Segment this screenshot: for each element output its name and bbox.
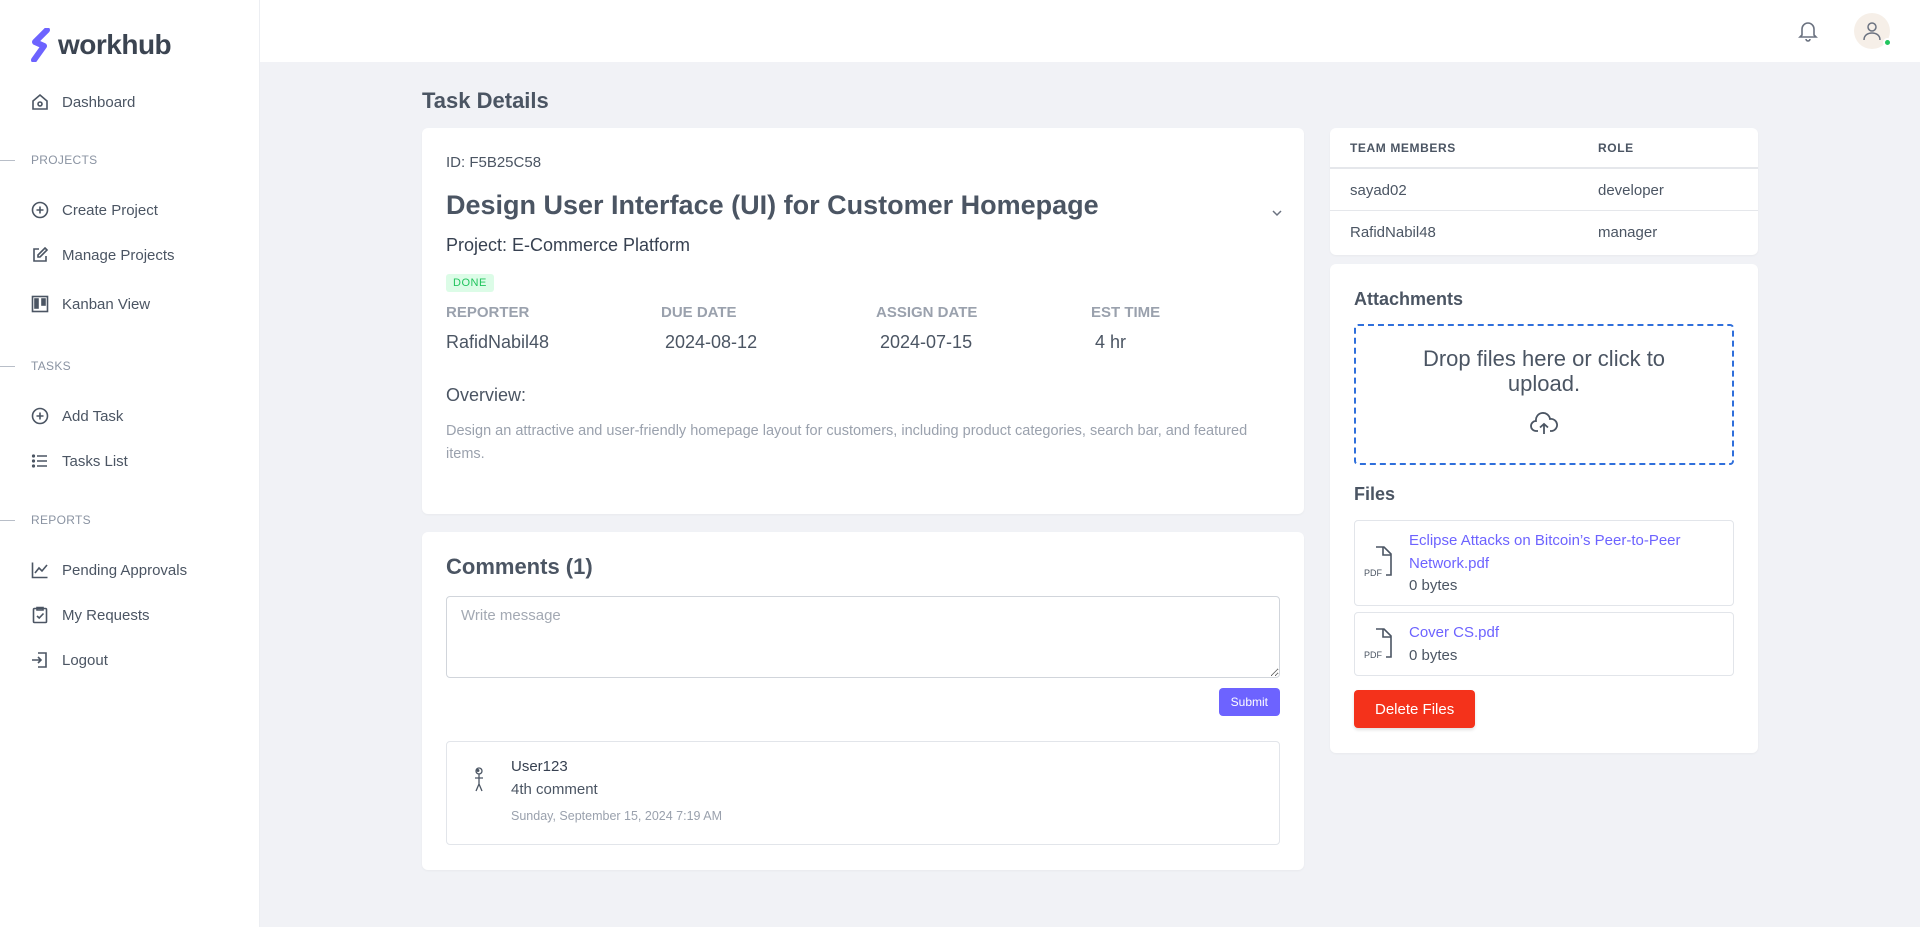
file-dropzone[interactable]: Drop files here or click to upload.: [1354, 324, 1734, 465]
meta-reporter: REPORTER RafidNabil48: [446, 304, 549, 353]
meta-est-time: EST TIME 4 hr: [1091, 304, 1160, 353]
meta-label: ASSIGN DATE: [876, 304, 978, 321]
sidebar-item-label: Tasks List: [62, 452, 128, 470]
chevron-down-icon[interactable]: [1270, 206, 1284, 220]
file-item: PDF Cover CS.pdf 0 bytes: [1354, 612, 1734, 676]
cloud-upload-icon: [1530, 412, 1558, 434]
kanban-icon: [31, 295, 49, 313]
attachments-title: Attachments: [1354, 289, 1464, 309]
home-icon: [32, 93, 48, 110]
column-header-team-members: TEAM MEMBERS: [1330, 128, 1578, 169]
brand-name: workhub: [58, 29, 172, 60]
table-row: RafidNabil48 manager: [1330, 210, 1758, 252]
comment-user: User123: [511, 758, 568, 775]
overview-label: Overview:: [446, 385, 527, 405]
user-avatar-icon: [475, 767, 483, 792]
status-badge: DONE: [446, 274, 494, 292]
sidebar-item-manage-projects[interactable]: Manage Projects: [30, 245, 175, 265]
online-status-dot: [1883, 38, 1892, 47]
meta-assign-date: ASSIGN DATE 2024-07-15: [876, 304, 977, 353]
bell-icon[interactable]: [1796, 18, 1820, 44]
team-member-name: sayad02: [1330, 168, 1578, 211]
plus-circle-icon: [31, 201, 49, 219]
task-project: Project: E-Commerce Platform: [446, 235, 691, 255]
meta-label: DUE DATE: [661, 304, 737, 321]
pdf-file-icon: PDF: [1364, 628, 1392, 660]
chart-line-icon: [31, 562, 48, 579]
comment-input[interactable]: [446, 596, 1280, 678]
svg-text:PDF: PDF: [1364, 568, 1383, 578]
meta-label: EST TIME: [1091, 304, 1161, 321]
sidebar-item-dashboard[interactable]: Dashboard: [30, 92, 135, 112]
top-bar: [260, 0, 1920, 62]
file-size: 0 bytes: [1409, 577, 1458, 594]
meta-label: REPORTER: [446, 304, 530, 321]
workhub-s-logo-icon: [31, 28, 50, 62]
sidebar-item-label: Kanban View: [62, 295, 151, 313]
plus-circle-icon: [31, 407, 49, 425]
task-title: Design User Interface (UI) for Customer …: [446, 190, 1099, 220]
file-name-link[interactable]: Eclipse Attacks on Bitcoin’s Peer-to-Pee…: [1409, 529, 1719, 575]
sidebar-item-label: Pending Approvals: [62, 561, 188, 579]
list-icon: [31, 454, 47, 468]
comments-card: Comments (1) Submit User123 4th comment …: [422, 532, 1304, 870]
sidebar-item-kanban-view[interactable]: Kanban View: [30, 294, 150, 314]
section-label-reports: REPORTS: [0, 513, 91, 527]
sidebar-item-tasks-list[interactable]: Tasks List: [30, 451, 128, 471]
edit-icon: [33, 246, 49, 262]
sidebar-item-label: Dashboard: [62, 93, 136, 111]
sidebar-item-logout[interactable]: Logout: [30, 650, 108, 670]
sidebar-item-create-project[interactable]: Create Project: [30, 200, 158, 220]
sidebar-item-label: Create Project: [62, 201, 158, 219]
team-members-card: TEAM MEMBERS ROLE sayad02 developer Rafi…: [1330, 128, 1758, 255]
file-size: 0 bytes: [1409, 647, 1458, 664]
team-member-name: RafidNabil48: [1350, 223, 1436, 241]
meta-due-date: DUE DATE 2024-08-12: [661, 304, 757, 353]
svg-text:PDF: PDF: [1364, 650, 1383, 660]
sidebar-item-pending-approvals[interactable]: Pending Approvals: [30, 560, 187, 580]
submit-comment-button[interactable]: Submit: [1218, 688, 1280, 716]
sidebar-item-label: Logout: [62, 651, 108, 669]
table-row: sayad02 developer: [1330, 168, 1758, 211]
user-icon: [1863, 22, 1881, 41]
task-details-card: ID: F5B25C58 Design User Interface (UI) …: [422, 128, 1304, 514]
sidebar: workhub Dashboard PROJECTS Create Projec…: [0, 0, 260, 927]
clipboard-check-icon: [32, 606, 48, 624]
task-id: ID: F5B25C58: [446, 154, 542, 171]
brand-logo[interactable]: workhub: [30, 28, 172, 62]
meta-value: 4 hr: [1095, 332, 1127, 352]
comment-date: Sunday, September 15, 2024 7:19 AM: [511, 809, 723, 823]
meta-value: 2024-07-15: [880, 332, 973, 352]
comment-text: 4th comment: [511, 781, 598, 798]
file-item: PDF Eclipse Attacks on Bitcoin’s Peer-to…: [1354, 520, 1734, 606]
overview-text: Design an attractive and user-friendly h…: [446, 423, 1248, 462]
file-name-link[interactable]: Cover CS.pdf: [1409, 621, 1719, 644]
section-label-tasks: TASKS: [0, 359, 71, 373]
page-title: Task Details: [422, 88, 549, 113]
attachments-card: Attachments Drop files here or click to …: [1330, 264, 1758, 753]
meta-value: 2024-08-12: [665, 332, 758, 352]
section-label-projects: PROJECTS: [0, 153, 97, 167]
sidebar-item-label: Add Task: [62, 407, 124, 425]
dropzone-text: Drop files here or click to upload.: [1422, 346, 1666, 396]
delete-files-button[interactable]: Delete Files: [1354, 690, 1476, 728]
pdf-file-icon: PDF: [1364, 546, 1392, 578]
sidebar-item-label: My Requests: [62, 606, 150, 624]
sidebar-item-my-requests[interactable]: My Requests: [30, 605, 150, 625]
meta-value: RafidNabil48: [446, 332, 550, 352]
team-members-table: TEAM MEMBERS ROLE sayad02 developer Rafi…: [1330, 128, 1758, 252]
sidebar-item-label: Manage Projects: [62, 246, 175, 264]
files-title: Files: [1354, 484, 1396, 504]
sidebar-item-add-task[interactable]: Add Task: [30, 406, 123, 426]
column-header-role: ROLE: [1578, 128, 1758, 169]
comments-title: Comments (1): [446, 554, 593, 579]
team-member-role: developer: [1578, 168, 1758, 211]
comment-item: User123 4th comment Sunday, September 15…: [446, 741, 1280, 845]
user-avatar[interactable]: [1854, 13, 1892, 49]
team-member-role: manager: [1598, 223, 1658, 241]
logout-icon: [32, 652, 47, 668]
